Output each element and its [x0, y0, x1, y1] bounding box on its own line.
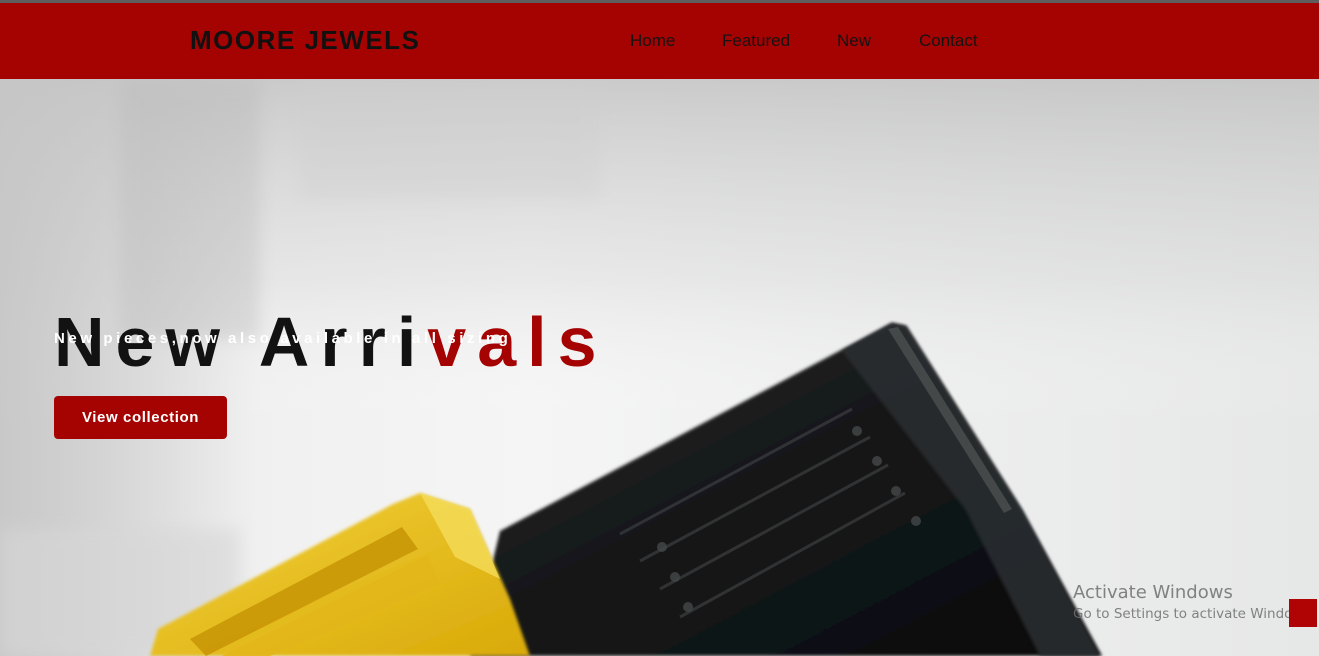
view-collection-button[interactable]: View collection: [54, 396, 227, 439]
nav-link-home[interactable]: Home: [630, 31, 675, 51]
page: MOORE JEWELS Home Featured New Contact N…: [0, 0, 1319, 656]
activate-windows-watermark: Activate Windows Go to Settings to activ…: [1073, 582, 1315, 622]
hero-subtitle: New pieces,now also available in all siz…: [54, 330, 512, 347]
scroll-top-button[interactable]: [1289, 599, 1317, 627]
nav-link-new[interactable]: New: [837, 31, 871, 51]
hero-section: New Arrivals: [0, 79, 1319, 656]
watermark-title: Activate Windows: [1073, 582, 1233, 603]
brand-logo[interactable]: MOORE JEWELS: [190, 25, 420, 56]
navbar: MOORE JEWELS Home Featured New Contact: [0, 3, 1319, 79]
nav-link-contact[interactable]: Contact: [919, 31, 978, 51]
watermark-subtitle: Go to Settings to activate Windows.: [1073, 606, 1315, 622]
nav-link-featured[interactable]: Featured: [722, 31, 790, 51]
